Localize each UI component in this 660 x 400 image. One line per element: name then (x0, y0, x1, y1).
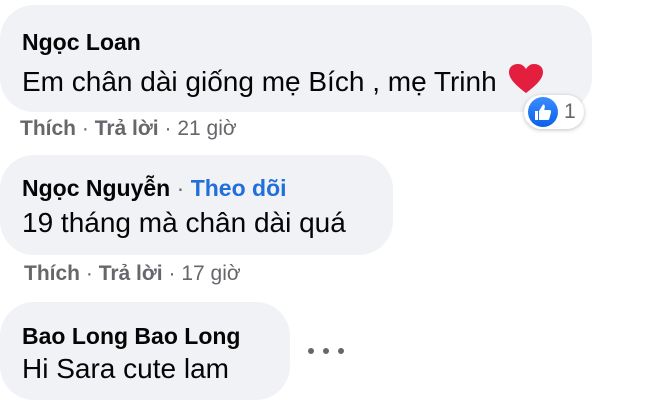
like-button[interactable]: Thích (20, 117, 76, 140)
follow-link[interactable]: Theo dõi (191, 175, 287, 201)
comment-author[interactable]: Ngọc Loan (22, 29, 141, 56)
comment-timestamp[interactable]: 17 giờ (181, 262, 240, 285)
reaction-badge[interactable]: 1 (524, 95, 584, 129)
comment-text: Em chân dài giống mẹ Bích , mẹ Trinh (22, 63, 544, 102)
comment-text: Hi Sara cute lam (22, 353, 229, 384)
reply-button[interactable]: Trả lời (95, 117, 159, 140)
separator-dot: · (164, 117, 172, 140)
separator-dot: · (81, 117, 89, 140)
reaction-count: 1 (564, 100, 576, 123)
like-icon (528, 97, 558, 127)
separator-dot: · (176, 175, 185, 201)
comment-text: 19 tháng mà chân dài quá (22, 207, 346, 238)
comment-timestamp[interactable]: 21 giờ (177, 117, 236, 140)
more-options-icon[interactable] (308, 339, 344, 363)
separator-dot: · (168, 262, 176, 285)
comment-actions: Thích · Trả lời · 17 giờ (24, 262, 241, 286)
comment-author[interactable]: Bao Long Bao Long (22, 323, 240, 350)
comment-bubble: Ngọc Loan Em chân dài giống mẹ Bích , mẹ… (0, 5, 592, 112)
comment-bubble: Ngọc Nguyễn · Theo dõi 19 tháng mà chân … (0, 155, 393, 255)
comment-text-content: Em chân dài giống mẹ Bích , mẹ Trinh (22, 66, 497, 97)
reply-button[interactable]: Trả lời (99, 262, 163, 285)
comment-header: Ngọc Nguyễn · Theo dõi (22, 175, 287, 202)
comment-bubble: Bao Long Bao Long Hi Sara cute lam (0, 302, 290, 400)
comment-author[interactable]: Ngọc Nguyễn (22, 175, 170, 201)
comment-actions: Thích · Trả lời · 21 giờ (20, 117, 237, 141)
separator-dot: · (85, 262, 93, 285)
like-button[interactable]: Thích (24, 262, 80, 285)
